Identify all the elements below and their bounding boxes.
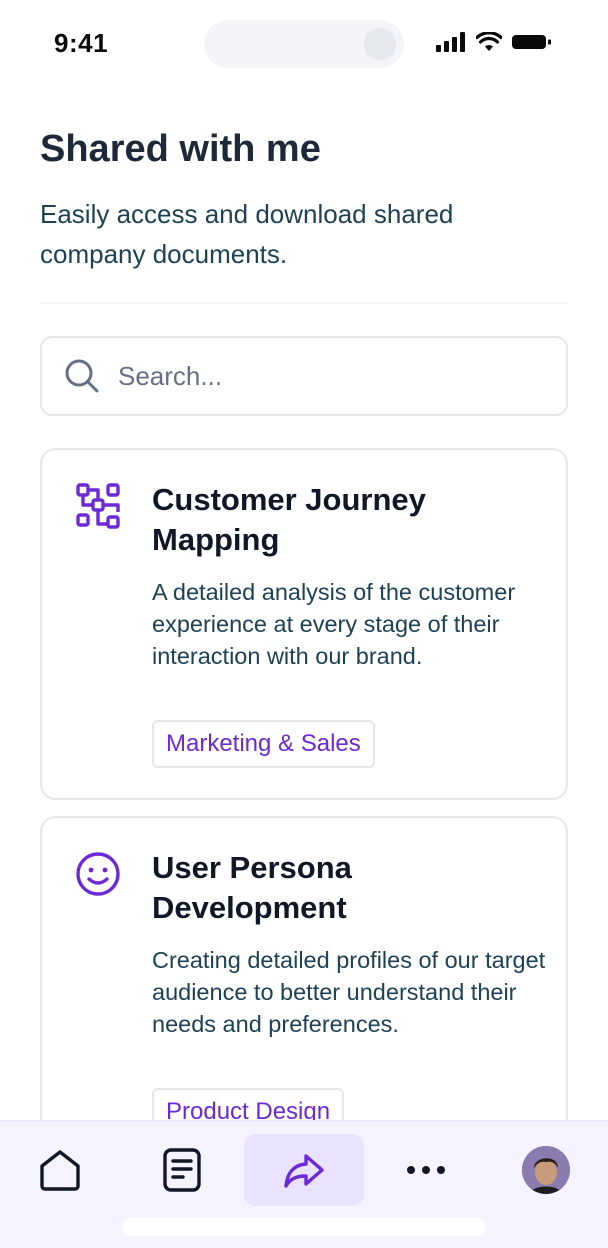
page-title: Shared with me xyxy=(40,128,321,170)
document-title: Customer Journey Mapping xyxy=(152,482,426,557)
dynamic-island xyxy=(204,20,404,68)
nav-shared[interactable] xyxy=(244,1134,364,1206)
document-description: A detailed analysis of the customer expe… xyxy=(152,579,516,669)
nav-profile[interactable] xyxy=(486,1134,606,1206)
avatar xyxy=(522,1146,570,1194)
nav-more[interactable] xyxy=(366,1134,486,1206)
bottom-nav xyxy=(0,1120,608,1248)
search-icon xyxy=(65,359,99,393)
share-icon xyxy=(284,1154,324,1188)
home-indicator xyxy=(122,1218,486,1236)
page-subtitle: Easily access and download shared compan… xyxy=(40,199,454,269)
category-tag[interactable]: Marketing & Sales xyxy=(152,720,375,768)
signal-icon xyxy=(436,32,465,52)
camera-dot xyxy=(364,28,396,60)
battery-icon xyxy=(512,35,551,49)
status-time: 9:41 xyxy=(54,28,109,58)
search-input[interactable] xyxy=(118,360,518,392)
nav-home[interactable] xyxy=(0,1134,120,1206)
more-icon xyxy=(407,1166,445,1174)
document-title: User Persona Development xyxy=(152,850,352,925)
document-card[interactable]: Customer Journey Mapping A detailed anal… xyxy=(40,448,568,800)
home-icon xyxy=(40,1150,80,1191)
status-icons xyxy=(436,32,552,52)
qr-structure-icon xyxy=(76,483,120,529)
wifi-icon xyxy=(476,32,502,51)
nav-documents[interactable] xyxy=(122,1134,242,1206)
status-bar: 9:41 xyxy=(0,0,608,88)
search-box[interactable] xyxy=(40,336,568,416)
smile-icon xyxy=(76,852,120,896)
divider xyxy=(40,302,568,304)
document-icon xyxy=(163,1148,201,1192)
document-description: Creating detailed profiles of our target… xyxy=(152,947,546,1037)
